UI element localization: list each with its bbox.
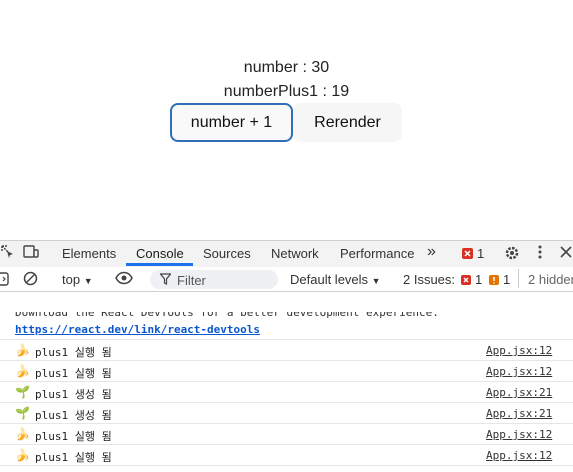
number-text: number : 30 xyxy=(243,59,330,76)
tab-network[interactable]: Network xyxy=(271,246,319,261)
divider xyxy=(518,269,519,288)
devtools-promo-text: Download the React DevTools for a better… xyxy=(15,312,439,318)
rerender-button[interactable]: Rerender xyxy=(293,103,402,142)
error-count[interactable]: 1 xyxy=(477,246,484,261)
devtools-tabbar: Elements Console Sources Network Perform… xyxy=(0,240,573,268)
source-link[interactable]: App.jsx:12 xyxy=(486,428,552,441)
gear-icon[interactable] xyxy=(504,245,520,264)
chevron-down-icon: ▼ xyxy=(83,276,93,286)
issue-warning-icon[interactable] xyxy=(489,273,499,288)
tab-performance[interactable]: Performance xyxy=(340,246,414,261)
react-devtools-link[interactable]: https://react.dev/link/react-devtools xyxy=(15,323,260,336)
seedling-icon: 🌱 xyxy=(15,406,30,420)
console-message: plus1 실행 됨 xyxy=(35,346,112,359)
close-icon[interactable] xyxy=(560,246,572,261)
default-levels-dropdown[interactable]: Default levels ▼ xyxy=(290,272,381,287)
inspect-element-icon[interactable] xyxy=(1,245,15,262)
banana-icon: 🍌 xyxy=(15,364,30,378)
tab-console[interactable]: Console xyxy=(136,246,184,261)
source-link[interactable]: App.jsx:21 xyxy=(486,386,552,399)
console-message: plus1 생성 됨 xyxy=(35,409,112,422)
console-row: 🌱 plus1 생성 됨 App.jsx:21 xyxy=(0,382,573,403)
hidden-count: 2 hidden xyxy=(528,272,573,287)
default-levels-label: Default levels xyxy=(290,272,369,287)
console-row: 🍌 plus1 실행 됨 App.jsx:12 xyxy=(0,424,573,445)
filter-icon xyxy=(159,273,172,288)
console-message: plus1 실행 됨 xyxy=(35,367,112,380)
app-preview: number : 30 numberPlus1 : 19 number + 1 … xyxy=(0,0,573,240)
devtools-panel: Elements Console Sources Network Perform… xyxy=(0,240,573,472)
chevron-down-icon: ▼ xyxy=(371,276,381,286)
more-tabs-button[interactable]: » xyxy=(427,243,436,261)
seedling-icon: 🌱 xyxy=(15,385,30,399)
console-row: 🌱 plus1 생성 됨 App.jsx:21 xyxy=(0,403,573,424)
issues-label[interactable]: 2 Issues: xyxy=(403,272,455,287)
source-link[interactable]: App.jsx:12 xyxy=(486,449,552,462)
console-message: plus1 실행 됨 xyxy=(35,451,112,464)
console-row: 🍌 plus1 실행 됨 App.jsx:12 xyxy=(0,340,573,361)
eye-icon[interactable] xyxy=(115,271,133,288)
banana-icon: 🍌 xyxy=(15,448,30,462)
console-output: Download the React DevTools for a better… xyxy=(0,292,573,472)
source-link[interactable]: App.jsx:12 xyxy=(486,344,552,357)
tab-sources[interactable]: Sources xyxy=(203,246,251,261)
error-badge-icon[interactable] xyxy=(462,247,473,262)
filter-input[interactable]: Filter xyxy=(150,270,278,289)
kebab-menu-icon[interactable] xyxy=(538,245,542,262)
console-message: plus1 생성 됨 xyxy=(35,388,112,401)
filter-placeholder: Filter xyxy=(177,273,206,288)
context-selector[interactable]: top ▼ xyxy=(62,272,93,287)
number-plus-button[interactable]: number + 1 xyxy=(170,103,293,142)
tab-elements[interactable]: Elements xyxy=(62,246,116,261)
active-tab-indicator xyxy=(126,263,193,266)
number-plus-text: numberPlus1 : 19 xyxy=(223,83,350,100)
issue-error-icon[interactable] xyxy=(461,273,471,288)
context-selector-label: top xyxy=(62,272,81,287)
source-link[interactable]: App.jsx:21 xyxy=(486,407,552,420)
banana-icon: 🍌 xyxy=(15,343,30,357)
sidebar-toggle-icon[interactable] xyxy=(0,272,10,289)
banana-icon: 🍌 xyxy=(15,427,30,441)
clear-console-icon[interactable] xyxy=(23,271,38,289)
console-row: 🍌 plus1 실행 됨 App.jsx:12 xyxy=(0,361,573,382)
source-link[interactable]: App.jsx:12 xyxy=(486,365,552,378)
issue-warning-count[interactable]: 1 xyxy=(503,272,510,287)
issue-error-count[interactable]: 1 xyxy=(475,272,482,287)
console-filter-bar: top ▼ Filter Default levels ▼ 2 Issues: … xyxy=(0,267,573,292)
console-message: plus1 실행 됨 xyxy=(35,430,112,443)
device-toolbar-icon[interactable] xyxy=(23,245,39,262)
console-row: 🍌 plus1 실행 됨 App.jsx:12 xyxy=(0,445,573,466)
